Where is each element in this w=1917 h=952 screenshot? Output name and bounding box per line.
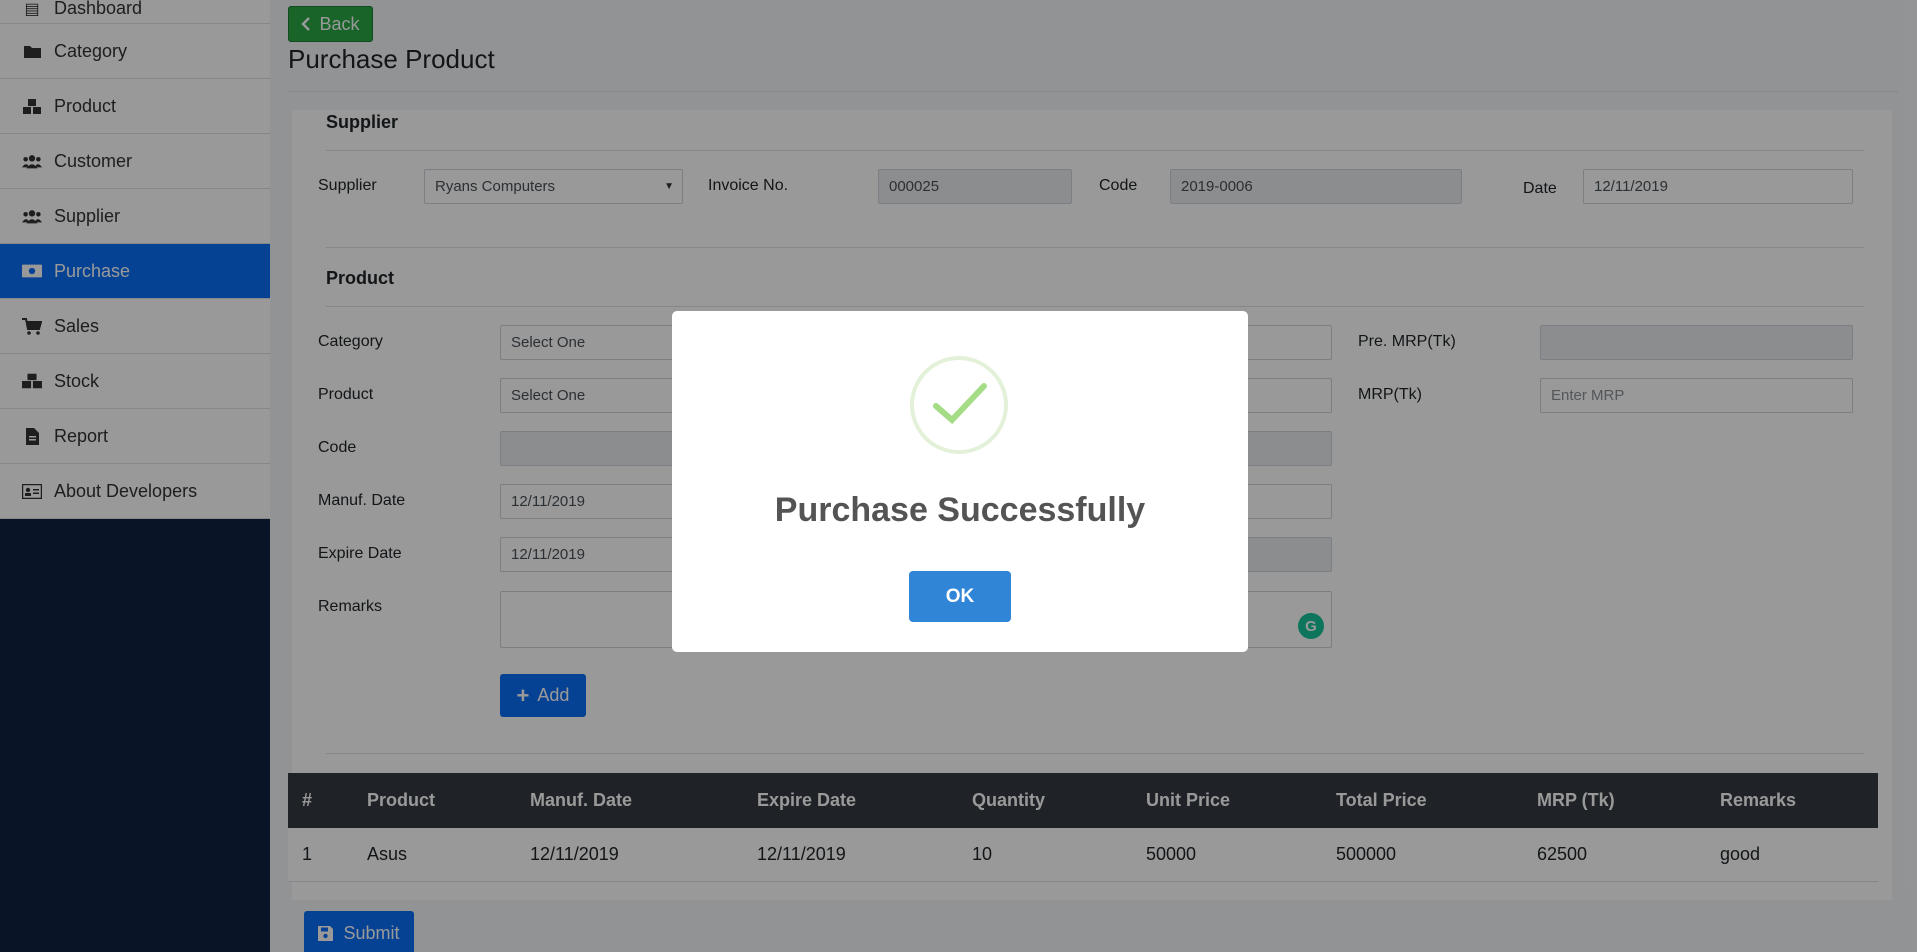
success-dialog: Purchase Successfully OK [672, 311, 1248, 652]
ok-button[interactable]: OK [909, 571, 1011, 622]
success-check-icon [910, 356, 1008, 454]
dialog-title: Purchase Successfully [774, 491, 1146, 529]
